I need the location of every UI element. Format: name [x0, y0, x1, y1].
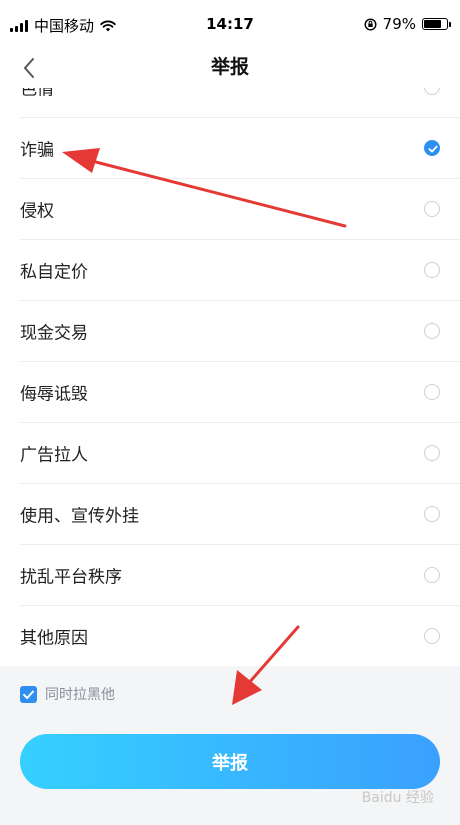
battery-percent: 79%	[382, 15, 416, 33]
reason-item[interactable]: 使用、宣传外挂	[20, 484, 460, 545]
radio-unchecked-icon[interactable]	[424, 323, 440, 339]
reason-item[interactable]: 诈骗	[20, 118, 460, 179]
reason-label: 色情	[20, 88, 54, 100]
status-right: 79%	[364, 15, 451, 33]
battery-fill	[424, 20, 441, 28]
reason-item[interactable]: 侮辱诋毁	[20, 362, 460, 423]
nav-bar: 举报	[0, 48, 460, 88]
block-user-option[interactable]: 同时拉黑他	[20, 684, 115, 704]
radio-unchecked-icon[interactable]	[424, 384, 440, 400]
reason-label: 诈骗	[20, 140, 54, 161]
status-bar: 中国移动 14:17 79%	[0, 0, 460, 48]
checkmark-icon	[23, 690, 34, 699]
reason-item[interactable]: 私自定价	[20, 240, 460, 301]
radio-unchecked-icon[interactable]	[424, 506, 440, 522]
block-user-checkbox[interactable]	[20, 685, 37, 703]
block-user-label: 同时拉黑他	[45, 687, 115, 703]
baidu-watermark: Baidu 经验	[361, 790, 434, 806]
reason-item[interactable]: 扰乱平台秩序	[20, 545, 460, 606]
radio-unchecked-icon[interactable]	[424, 628, 440, 644]
reason-label: 侮辱诋毁	[20, 384, 88, 405]
reason-item[interactable]: 其他原因	[20, 606, 460, 666]
radio-unchecked-icon[interactable]	[424, 445, 440, 461]
radio-unchecked-icon[interactable]	[424, 201, 440, 217]
reason-item[interactable]: 色情	[20, 88, 460, 118]
reason-label: 其他原因	[20, 628, 88, 649]
reason-label: 广告拉人	[20, 445, 88, 466]
orientation-lock-icon	[364, 17, 377, 31]
report-reason-list: 色情诈骗侵权私自定价现金交易侮辱诋毁广告拉人使用、宣传外挂 扰乱平台秩序 其他原因	[0, 88, 460, 666]
radio-checked-icon[interactable]	[424, 140, 440, 156]
radio-unchecked-icon[interactable]	[424, 262, 440, 278]
reason-item[interactable]: 广告拉人	[20, 423, 460, 484]
reason-label: 使用、宣传外挂	[20, 506, 139, 527]
radio-unchecked-icon[interactable]	[424, 88, 440, 95]
radio-unchecked-icon[interactable]	[424, 567, 440, 583]
submit-report-button[interactable]: 举报	[20, 734, 440, 789]
reason-label: 扰乱平台秩序	[20, 567, 122, 588]
page-title: 举报	[210, 56, 249, 78]
reason-label: 现金交易	[20, 323, 88, 344]
reason-item[interactable]: 侵权	[20, 179, 460, 240]
battery-icon	[422, 18, 451, 30]
reason-label: 侵权	[20, 201, 54, 222]
reason-item[interactable]: 现金交易	[20, 301, 460, 362]
reason-label: 私自定价	[20, 262, 88, 283]
